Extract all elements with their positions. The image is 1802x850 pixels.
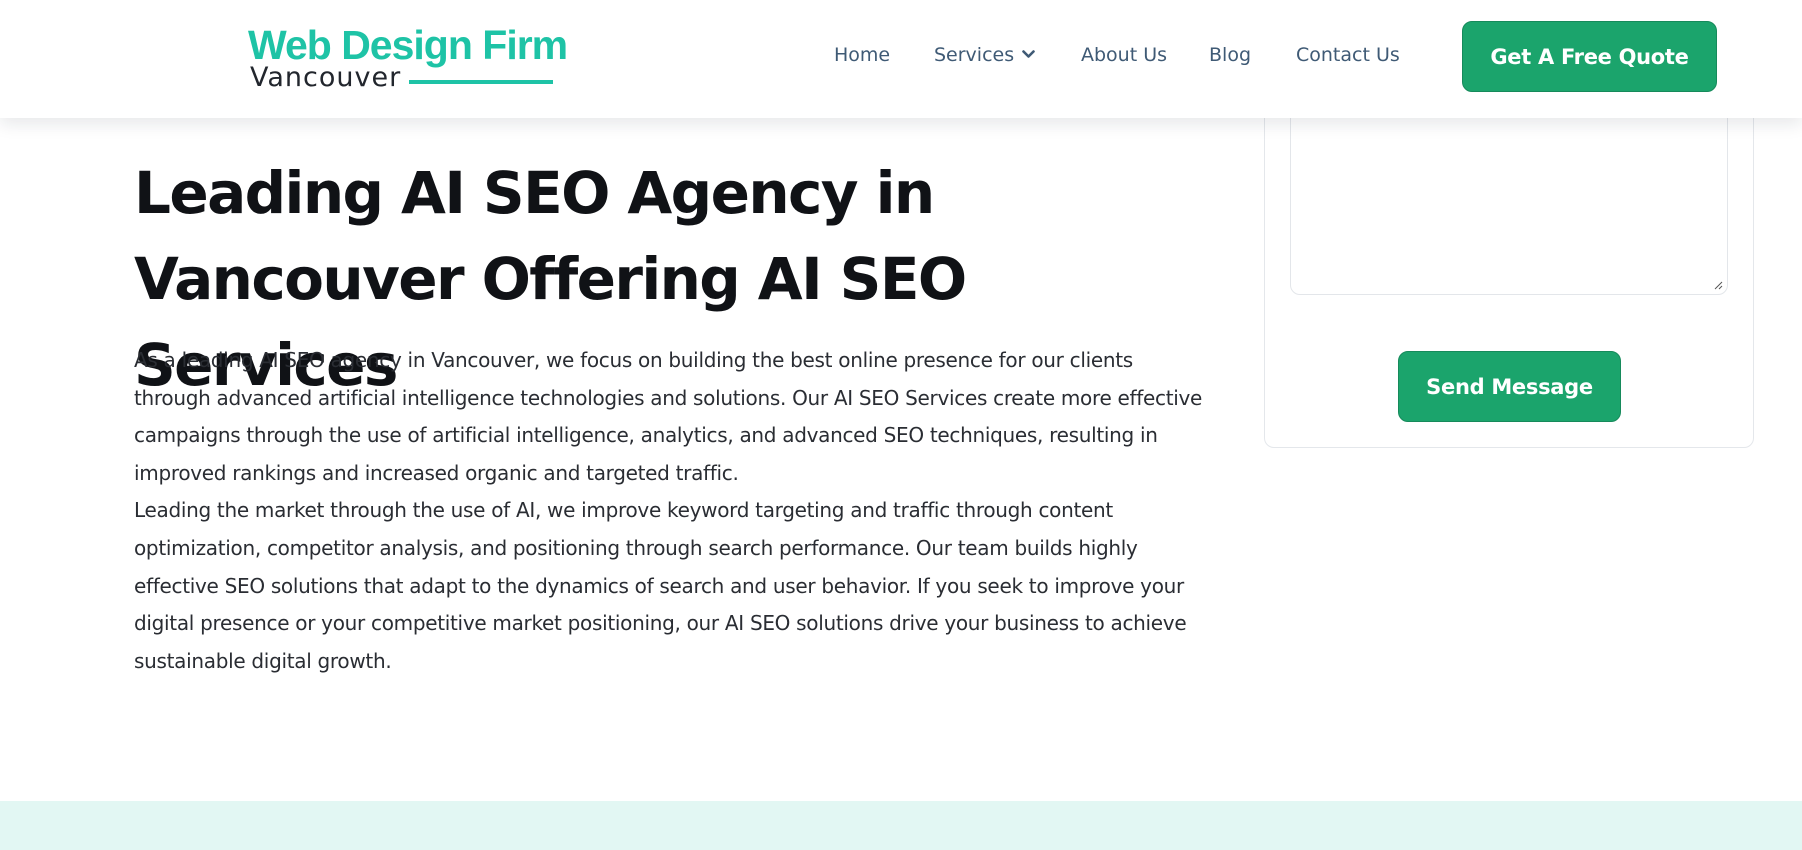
nav-services-label: Services	[934, 44, 1015, 66]
nav-home-label: Home	[834, 44, 891, 66]
next-section-band	[0, 801, 1802, 850]
get-free-quote-button[interactable]: Get A Free Quote	[1462, 21, 1717, 92]
resize-grip-icon[interactable]	[1713, 280, 1723, 290]
nav-home[interactable]: Home	[834, 44, 890, 66]
site-logo[interactable]: Web Design Firm Vancouver	[248, 22, 568, 93]
send-message-button[interactable]: Send Message	[1398, 351, 1621, 422]
logo-subtitle: Vancouver	[250, 62, 402, 93]
nav-about-label: About Us	[1081, 44, 1168, 66]
hero-description: As a leading AI SEO agency in Vancouver,…	[134, 342, 1204, 680]
site-header: Web Design Firm Vancouver Home Services …	[0, 0, 1802, 118]
hero-paragraph-2: Leading the market through the use of AI…	[134, 498, 1187, 673]
nav-contact-us[interactable]: Contact Us	[1296, 44, 1400, 66]
nav-services[interactable]: Services	[934, 44, 1035, 66]
hero-paragraph-1: As a leading AI SEO agency in Vancouver,…	[134, 348, 1203, 485]
chevron-down-icon	[1022, 50, 1035, 58]
nav-blog[interactable]: Blog	[1209, 44, 1251, 66]
nav-blog-label: Blog	[1209, 44, 1251, 66]
nav-contact-label: Contact Us	[1296, 44, 1400, 66]
logo-underline	[409, 80, 553, 84]
nav-about-us[interactable]: About Us	[1081, 44, 1167, 66]
